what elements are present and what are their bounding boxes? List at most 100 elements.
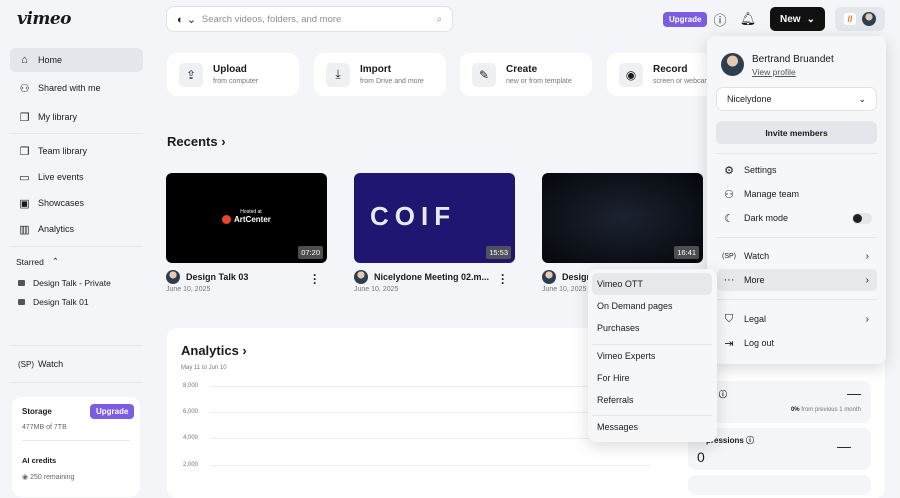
menu-item-settings[interactable]: ⚙ Settings xyxy=(717,159,877,181)
thumb-text: COIF xyxy=(370,201,457,231)
menu-item-manage-team[interactable]: ⚇ Manage team xyxy=(717,183,877,205)
menu-item-vimeo-experts[interactable]: Vimeo Experts xyxy=(592,345,712,367)
menu-item-messages[interactable]: Messages xyxy=(592,416,712,438)
bell-icon[interactable]: 🔔︎ xyxy=(740,11,757,27)
library-icon: ❐ xyxy=(19,111,30,124)
divider xyxy=(22,440,130,441)
dark-mode-toggle[interactable] xyxy=(852,212,872,224)
sidebar-item-home[interactable]: ⌂ Home xyxy=(10,48,143,72)
starred-item[interactable]: Design Talk 01 xyxy=(18,297,89,307)
ai-credits-value: ◉ 250 remaining xyxy=(22,474,75,481)
menu-item-vimeo-ott[interactable]: Vimeo OTT xyxy=(592,273,712,295)
analytics-icon: ▥ xyxy=(19,223,30,236)
stat-card[interactable] xyxy=(688,475,871,495)
action-title: Record xyxy=(653,64,688,75)
create-icon: ✎ xyxy=(472,62,496,87)
storage-label: Storage xyxy=(22,407,52,416)
video-thumbnail[interactable]: Hosted at ArtCenter 07:20 xyxy=(166,173,327,263)
create-action[interactable]: ✎ Create new or from template xyxy=(460,53,592,96)
video-title[interactable]: Design Talk 03 xyxy=(166,270,248,284)
duration-badge: 16:41 xyxy=(674,246,699,259)
stat-value: — xyxy=(847,385,861,401)
info-icon: ⓘ xyxy=(718,390,727,399)
team-select[interactable]: Nicelydone ⌄ xyxy=(716,87,877,111)
stat-value: 0 xyxy=(697,449,705,465)
action-title: Create xyxy=(506,64,538,75)
search-input[interactable]: ◐ ⌄ Search videos, folders, and more ⌕ xyxy=(166,6,453,32)
analytics-heading[interactable]: Analytics › xyxy=(181,343,247,358)
chevron-right-icon: › xyxy=(865,250,869,262)
artcenter-logo: ArtCenter xyxy=(222,215,271,224)
import-action[interactable]: ⤓ Import from Drive and more xyxy=(314,53,446,96)
video-thumbnail[interactable]: COIF 15:53 xyxy=(354,173,515,263)
stat-change: 0% from previous 1 month xyxy=(790,407,861,413)
menu-item-watch[interactable]: (SP) Watch › xyxy=(717,245,877,267)
upload-icon: ⇪ xyxy=(179,62,203,87)
sidebar-item-shared[interactable]: ⚇ Shared with me xyxy=(10,76,143,100)
upgrade-button[interactable]: Upgrade xyxy=(663,12,708,27)
profile-name: Bertrand Bruandet xyxy=(752,54,834,65)
starred-label: Starred xyxy=(16,256,44,267)
watch-icon: (SP) xyxy=(18,359,34,369)
profile-avatar xyxy=(721,53,744,76)
help-icon[interactable]: ⓘ xyxy=(712,11,728,28)
starred-toggle[interactable]: Starred ⌃ xyxy=(16,256,59,267)
video-title[interactable]: Design xyxy=(542,270,592,284)
analytics-title: Analytics xyxy=(181,343,239,358)
more-options-icon[interactable]: · · · xyxy=(313,269,317,289)
menu-item-for-hire[interactable]: For Hire xyxy=(592,367,712,389)
menu-item-legal[interactable]: ⛉ Legal › xyxy=(717,308,877,330)
sidebar-item-live-events[interactable]: ▭ Live events xyxy=(10,165,143,189)
menu-item-more[interactable]: ··· More › xyxy=(717,269,877,291)
menu-item-purchases[interactable]: Purchases xyxy=(592,317,712,339)
menu-item-log-out[interactable]: ⇥ Log out xyxy=(717,332,877,354)
vimeo-logo[interactable]: vimeo xyxy=(17,9,71,29)
sidebar-item-team-library[interactable]: ❐ Team library xyxy=(10,139,143,163)
showcase-icon: ▣ xyxy=(19,197,30,210)
invite-members-button[interactable]: Invite members xyxy=(716,121,877,144)
sidebar-item-my-library[interactable]: ❐ My library xyxy=(10,105,143,129)
brand-icon: // xyxy=(844,13,856,25)
menu-item-on-demand[interactable]: On Demand pages xyxy=(592,295,712,317)
chevron-down-icon: ⌄ xyxy=(806,13,815,25)
menu-item-dark-mode[interactable]: ☾ Dark mode xyxy=(717,207,877,229)
view-profile-link[interactable]: View profile xyxy=(752,67,796,77)
divider xyxy=(10,345,143,346)
more-icon: ··· xyxy=(723,274,735,286)
recents-heading[interactable]: Recents › xyxy=(167,134,226,149)
gridline xyxy=(210,412,650,413)
team-library-icon: ❐ xyxy=(19,145,30,158)
starred-item[interactable]: Design Talk - Private xyxy=(18,278,111,288)
video-thumbnail[interactable]: 16:41 xyxy=(542,173,703,263)
sidebar-item-analytics[interactable]: ▥ Analytics xyxy=(10,217,143,241)
action-sub: new or from template xyxy=(506,78,572,85)
sidebar-item-watch[interactable]: (SP) Watch xyxy=(10,352,143,376)
starred-item-label: Design Talk - Private xyxy=(33,278,111,288)
sidebar-item-showcases[interactable]: ▣ Showcases xyxy=(10,191,143,215)
storage-upgrade-button[interactable]: Upgrade xyxy=(90,404,135,419)
search-icon[interactable]: ⌕ xyxy=(437,14,442,25)
divider xyxy=(716,299,877,300)
sidebar-item-label: Analytics xyxy=(38,224,75,234)
menu-item-referrals[interactable]: Referrals xyxy=(592,389,712,411)
storage-card: Storage Upgrade 477MB of 7TB AI credits … xyxy=(12,397,140,497)
y-tick: 6,000 xyxy=(183,409,199,415)
chevron-down-icon: ⌄ xyxy=(858,93,866,104)
new-label: New xyxy=(780,13,801,25)
upload-action[interactable]: ⇪ Upload from computer xyxy=(167,53,299,96)
gridline xyxy=(210,386,650,387)
action-title: Import xyxy=(360,64,392,75)
video-icon xyxy=(18,299,25,305)
starred-item-label: Design Talk 01 xyxy=(33,297,89,307)
more-submenu: Vimeo OTT On Demand pages Purchases Vime… xyxy=(588,269,717,442)
sidebar-item-label: My library xyxy=(38,112,78,122)
gear-icon: ⚙ xyxy=(724,164,734,177)
action-title: Upload xyxy=(213,64,247,75)
search-placeholder: Search videos, folders, and more xyxy=(201,13,342,25)
globe-icon[interactable]: ◐ ⌄ xyxy=(177,13,196,26)
new-button[interactable]: New ⌄ xyxy=(770,7,825,31)
more-options-icon[interactable]: · · · xyxy=(501,269,505,289)
video-title[interactable]: Nicelydone Meeting 02.m... xyxy=(354,270,489,284)
chevron-right-icon: › xyxy=(865,274,869,286)
account-button[interactable]: // xyxy=(835,7,885,31)
